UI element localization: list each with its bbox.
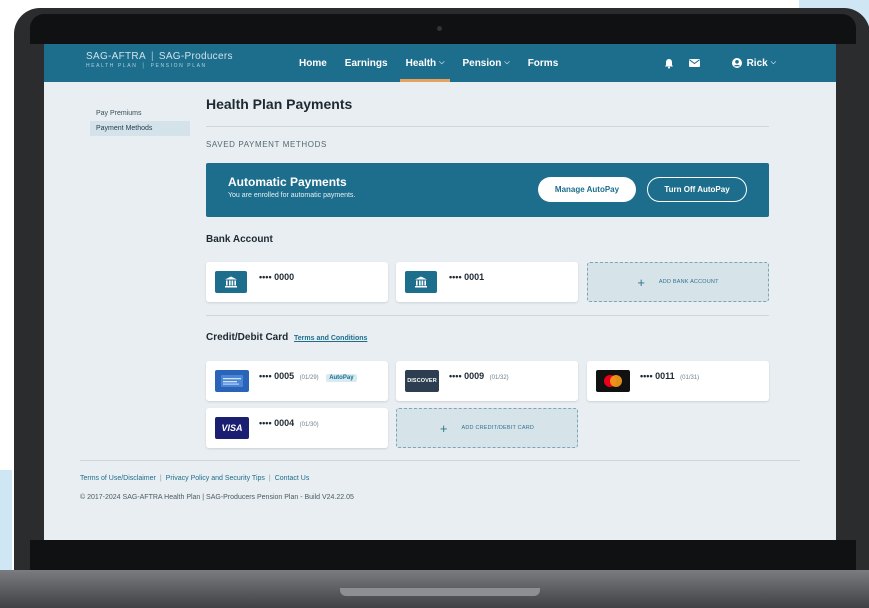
turn-off-autopay-button[interactable]: Turn Off AutoPay — [647, 177, 747, 202]
credit-card[interactable]: DISCOVER •••• 0009 (01/32) — [396, 361, 578, 401]
logo-right-name: SAG-Producers — [158, 51, 233, 62]
autopay-subtitle: You are enrolled for automatic payments. — [228, 192, 356, 199]
laptop-base — [0, 570, 869, 608]
bank-account-number: •••• 0001 — [449, 272, 485, 282]
card-expiry: (01/30) — [299, 422, 319, 428]
sidebar: Pay Premiums Payment Methods — [90, 106, 190, 136]
bank-account-number: •••• 0000 — [259, 272, 295, 282]
nav-health-label: Health — [405, 57, 437, 69]
laptop-bezel-bottom — [30, 540, 856, 572]
nav-forms-label: Forms — [527, 57, 559, 69]
main-nav: Home Earnings Health ⌵ Pension ⌵ Forms — [299, 44, 576, 82]
copyright: © 2017-2024 SAG-AFTRA Health Plan | SAG-… — [80, 494, 354, 501]
bank-account-card[interactable]: •••• 0000 — [206, 262, 388, 302]
card-expiry: (01/29) — [299, 375, 319, 381]
footer-links: Terms of Use/Disclaimer | Privacy Policy a… — [80, 475, 310, 482]
logo-left-sub: HEALTH PLAN — [86, 63, 138, 69]
nav-home-label: Home — [299, 57, 327, 69]
add-credit-card-label: ADD CREDIT/DEBIT CARD — [461, 425, 535, 431]
bank-icon — [215, 271, 247, 293]
visa-brand-label: VISA — [221, 423, 243, 433]
mail-icon[interactable] — [688, 56, 702, 70]
add-bank-account-button[interactable]: + ADD BANK ACCOUNT — [587, 262, 769, 302]
manage-autopay-button[interactable]: Manage AutoPay — [538, 177, 636, 202]
chevron-down-icon: ⌵ — [770, 59, 776, 66]
logo-left-name: SAG-AFTRA — [86, 51, 146, 62]
laptop-notch — [340, 588, 540, 596]
credit-card[interactable]: •••• 0011 (01/31) — [587, 361, 769, 401]
nav-utilities: Rick ⌵ — [650, 44, 776, 82]
main-content: Health Plan Payments SAVED PAYMENT METHO… — [206, 96, 769, 448]
top-nav: SAG-AFTRA | SAG-Producers HEALTH PLAN | PENS… — [44, 44, 836, 82]
autopay-title: Automatic Payments — [228, 175, 347, 189]
footer-privacy-link[interactable]: Privacy Policy and Security Tips — [166, 475, 265, 482]
card-number: •••• 0011 — [640, 371, 675, 381]
autopay-banner: Automatic Payments You are enrolled for … — [206, 163, 769, 217]
card-number: •••• 0005 — [259, 371, 295, 381]
credit-card[interactable]: •••• 0005 (01/29) AutoPay — [206, 361, 388, 401]
footer-contact-link[interactable]: Contact Us — [275, 475, 310, 482]
chevron-down-icon: ⌵ — [439, 59, 445, 66]
screen: SAG-AFTRA | SAG-Producers HEALTH PLAN | PENS… — [44, 44, 836, 540]
page-title: Health Plan Payments — [206, 96, 353, 112]
user-name: Rick — [746, 57, 768, 69]
laptop-bezel — [30, 14, 856, 44]
logo-right-sub: PENSION PLAN — [150, 63, 207, 69]
bank-account-card[interactable]: •••• 0001 — [396, 262, 578, 302]
nav-health[interactable]: Health ⌵ — [399, 44, 451, 82]
add-credit-card-button[interactable]: + ADD CREDIT/DEBIT CARD — [396, 408, 578, 448]
footer-divider — [80, 460, 800, 461]
chevron-down-icon: ⌵ — [504, 59, 510, 66]
logo[interactable]: SAG-AFTRA | SAG-Producers HEALTH PLAN | PENS… — [86, 51, 233, 69]
card-expiry: (01/31) — [680, 375, 700, 381]
plus-icon: + — [637, 274, 645, 290]
footer-terms-link[interactable]: Terms of Use/Disclaimer — [80, 475, 156, 482]
divider — [206, 315, 769, 316]
sidebar-item-label: Pay Premiums — [96, 110, 142, 117]
credit-card-heading-label: Credit/Debit Card — [206, 332, 289, 343]
user-avatar-icon — [731, 58, 742, 68]
sidebar-item-label: Payment Methods — [96, 125, 153, 132]
card-expiry: (01/32) — [489, 375, 509, 381]
discover-icon: DISCOVER — [405, 370, 439, 392]
nav-forms[interactable]: Forms — [528, 44, 559, 82]
generic-card-icon — [215, 370, 249, 392]
visa-icon: VISA — [215, 417, 249, 439]
card-number: •••• 0009 — [449, 371, 485, 381]
terms-conditions-link[interactable]: Terms and Conditions — [294, 335, 367, 342]
nav-home[interactable]: Home — [299, 44, 327, 82]
add-bank-account-label: ADD BANK ACCOUNT — [658, 279, 719, 285]
mastercard-icon — [596, 370, 630, 392]
section-label: SAVED PAYMENT METHODS — [206, 140, 327, 149]
nav-pension-label: Pension — [462, 57, 502, 69]
nav-earnings[interactable]: Earnings — [345, 44, 388, 82]
sidebar-item-pay-premiums[interactable]: Pay Premiums — [90, 106, 190, 121]
credit-card-heading: Credit/Debit Card Terms and Conditions — [206, 332, 367, 343]
bank-icon — [405, 271, 437, 293]
bank-account-heading: Bank Account — [206, 234, 273, 245]
sidebar-item-payment-methods[interactable]: Payment Methods — [90, 121, 190, 136]
autopay-badge: AutoPay — [326, 374, 357, 382]
camera-icon — [437, 26, 442, 31]
credit-card[interactable]: VISA •••• 0004 (01/30) — [206, 408, 388, 448]
nav-earnings-label: Earnings — [344, 57, 388, 69]
nav-pension[interactable]: Pension ⌵ — [462, 44, 509, 82]
card-number: •••• 0004 — [259, 418, 295, 428]
divider — [206, 126, 769, 127]
bell-icon[interactable] — [662, 56, 676, 70]
user-menu[interactable]: Rick ⌵ — [731, 57, 776, 69]
discover-brand-label: DISCOVER — [407, 378, 437, 384]
plus-icon: + — [439, 420, 448, 436]
